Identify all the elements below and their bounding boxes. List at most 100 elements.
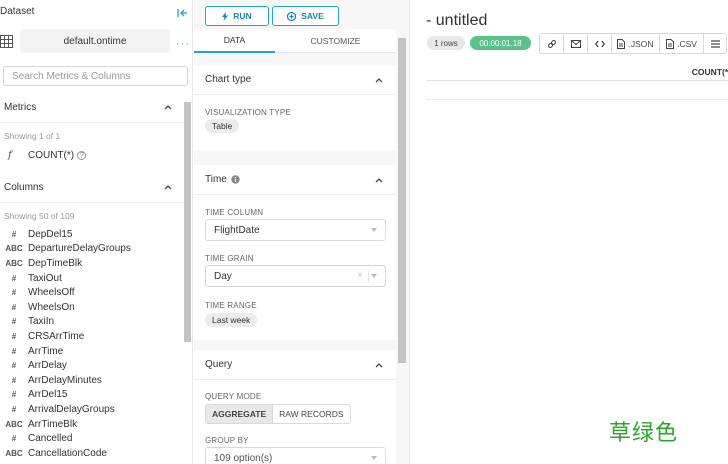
columns-section-header[interactable]: Columns [0,172,183,202]
dataset-panel: Dataset default.ontime ··· Search Metric… [0,0,193,464]
chart-type-title: Chart type [205,74,252,85]
column-name: ArrTimeBlk [28,418,78,430]
column-name: ArrDel15 [28,389,68,401]
list-item[interactable]: ABC DepartureDelayGroups [0,242,183,257]
collapse-panel-icon[interactable] [176,7,188,19]
list-item[interactable]: # ArrDelay [0,358,183,373]
caret-down-icon [371,456,377,460]
column-type-icon: # [11,288,17,298]
list-item[interactable]: # TaxiOut [0,271,183,286]
dataset-more-icon[interactable]: ··· [176,38,190,50]
dataset-scrollbar[interactable] [184,102,191,342]
time-range-label: TIME RANGE [205,301,257,310]
metric-item[interactable]: f COUNT(*) ? [8,150,87,161]
visualization-type-label: VISUALIZATION TYPE [205,108,291,117]
column-type-icon: # [11,404,17,414]
list-item[interactable]: ABC ArrTimeBlk [0,417,183,432]
visualization-type-value[interactable]: Table [205,119,240,133]
list-item[interactable]: # WheelsOff [0,285,183,300]
list-item[interactable]: # ArrTime [0,344,183,359]
column-name: DepTimeBlk [28,257,83,269]
search-metrics-columns-input[interactable]: Search Metrics & Columns [3,66,188,86]
query-panel-scrollbar[interactable] [398,38,406,363]
column-name: ArrTime [28,345,64,357]
column-type-icon: # [11,317,17,327]
raw-records-mode-button[interactable]: RAW RECORDS [273,405,349,423]
menu-button[interactable] [704,34,726,53]
query-title: Query [205,359,233,370]
column-type-icon: ABC [5,258,23,268]
column-type-icon: # [11,302,17,312]
list-item[interactable]: ABC DepTimeBlk [0,256,183,271]
list-item[interactable]: # ArrivalDelayGroups [0,402,183,417]
column-type-icon: ABC [5,244,23,254]
time-grain-value: Day [214,270,232,282]
clear-icon[interactable]: × [357,270,363,281]
results-panel: - untitled 1 rows 00:00:01.18 .JSON .CSV… [409,0,728,464]
column-name: DepDel15 [28,228,73,240]
list-item[interactable]: # TaxiIn [0,315,183,330]
list-item[interactable]: # ArrDelayMinutes [0,373,183,388]
results-toolbar: .JSON .CSV [539,33,727,54]
divider [368,271,369,282]
chart-type-header[interactable]: Chart type [194,65,396,95]
count-column-header[interactable]: COUNT(*) [692,67,728,77]
table-row: ( [426,82,728,100]
list-item[interactable]: ABC CancellationCode [0,446,183,461]
list-item[interactable]: # Cancelled [0,431,183,446]
tab-data[interactable]: DATA [194,29,275,53]
time-grain-label: TIME GRAIN [205,254,254,263]
chart-type-section: Chart type VISUALIZATION TYPE Table [194,65,396,151]
column-name: CRSArrTime [28,330,85,342]
link-button[interactable] [540,34,564,53]
question-circle-icon[interactable]: ? [77,151,87,160]
column-name: ArrivalDelayGroups [28,403,115,415]
time-column-label: TIME COLUMN [205,208,264,217]
chevron-up-icon[interactable] [374,175,384,185]
dataset-name[interactable]: default.ontime [20,29,170,53]
file-icon [666,38,675,49]
column-list: # DepDel15 ABC DepartureDelayGroups ABC Dep… [0,227,183,461]
time-range-value[interactable]: Last week [205,313,258,327]
chevron-up-icon[interactable] [163,182,173,192]
metrics-section-header[interactable]: Metrics [0,92,183,122]
tab-customize[interactable]: CUSTOMIZE [275,29,396,53]
hamburger-icon [710,39,720,48]
run-label: RUN [233,11,252,21]
column-name: DepartureDelayGroups [28,243,131,255]
table-grid-icon [0,35,13,48]
columns-showing-count: Showing 50 of 109 [4,211,75,221]
list-item[interactable]: # ArrDel15 [0,388,183,403]
export-csv-button[interactable]: .CSV [660,34,704,53]
time-column-select[interactable]: FlightDate [205,219,386,241]
export-json-button[interactable]: .JSON [612,34,660,53]
chevron-up-icon[interactable] [163,102,173,112]
column-name: TaxiIn [28,316,55,328]
column-type-icon: # [11,346,17,356]
time-grain-select[interactable]: Day × [205,265,386,287]
json-label: .JSON [628,38,654,49]
chart-title[interactable]: - untitled [426,12,487,30]
column-name: ArrDelayMinutes [28,374,102,386]
aggregate-mode-button[interactable]: AGGREGATE [206,405,274,423]
info-icon[interactable] [231,175,240,184]
query-mode-toggle: AGGREGATE RAW RECORDS [205,404,351,424]
run-button[interactable]: RUN [205,6,269,26]
time-header[interactable]: Time [194,165,396,195]
email-button[interactable] [564,34,588,53]
envelope-icon [570,39,581,48]
save-button[interactable]: SAVE [272,6,339,26]
csv-label: .CSV [677,38,697,49]
query-header[interactable]: Query [194,350,396,380]
chevron-up-icon[interactable] [374,75,384,85]
column-type-icon: # [11,390,17,400]
group-by-select[interactable]: 109 option(s) [205,447,386,464]
time-title: Time [205,174,227,185]
chevron-up-icon[interactable] [374,360,384,370]
list-item[interactable]: # DepDel15 [0,227,183,242]
panel-tabs: DATA CUSTOMIZE [194,29,396,53]
query-panel: RUN SAVE DATA CUSTOMIZE Chart type VISUA… [194,0,409,464]
list-item[interactable]: # CRSArrTime [0,329,183,344]
embed-code-button[interactable] [588,34,612,53]
list-item[interactable]: # WheelsOn [0,300,183,315]
